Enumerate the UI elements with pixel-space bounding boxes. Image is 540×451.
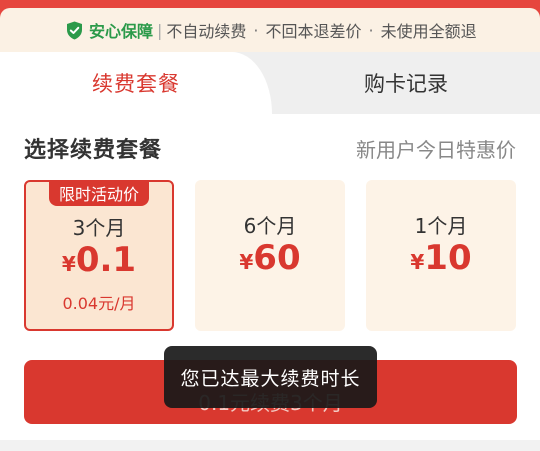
- plan-price: ¥60: [195, 238, 345, 278]
- price-value: 60: [253, 238, 301, 278]
- plan-card-6-months[interactable]: 6个月 ¥60: [195, 180, 345, 331]
- plan-period: 3个月: [72, 216, 126, 240]
- shield-check-icon: [67, 21, 82, 39]
- guarantee-title: 安心保障: [89, 22, 154, 41]
- guarantee-item-full-refund: 未使用全额退: [380, 22, 477, 41]
- currency-symbol: ¥: [410, 250, 425, 274]
- plan-card-1-month[interactable]: 1个月 ¥10: [366, 180, 516, 331]
- guarantee-bar: 安心保障 | 不自动续费 · 不回本退差价 · 未使用全额退: [0, 8, 540, 52]
- guarantee-dot: ·: [253, 20, 259, 40]
- tab-purchase-history[interactable]: 购卡记录: [272, 52, 540, 114]
- plan-unit-price: 0.04元/月: [62, 294, 136, 313]
- plan-price: ¥10: [366, 238, 516, 278]
- limited-offer-badge: 限时活动价: [49, 180, 149, 206]
- section-title: 选择续费套餐: [24, 138, 163, 163]
- currency-symbol: ¥: [61, 252, 76, 276]
- plan-period: 6个月: [243, 214, 297, 238]
- currency-symbol: ¥: [239, 250, 254, 274]
- guarantee-item-no-auto-renew: 不自动续费: [166, 22, 247, 41]
- guarantee-separator: |: [157, 20, 163, 40]
- toast-message: 您已达最大续费时长: [164, 346, 377, 408]
- plan-period: 1个月: [414, 214, 468, 238]
- price-value: 10: [424, 238, 472, 278]
- guarantee-dot: ·: [368, 20, 374, 40]
- plan-card-3-months[interactable]: 限时活动价 3个月 ¥0.1 0.04元/月: [24, 180, 174, 331]
- section-subtitle: 新用户今日特惠价: [356, 138, 516, 162]
- tab-renewal-plans[interactable]: 续费套餐: [0, 52, 272, 114]
- tab-bar: 续费套餐 购卡记录: [0, 52, 540, 114]
- guarantee-item-refund-difference: 不回本退差价: [265, 22, 362, 41]
- plan-price: ¥0.1: [26, 240, 172, 280]
- price-value: 0.1: [75, 240, 137, 280]
